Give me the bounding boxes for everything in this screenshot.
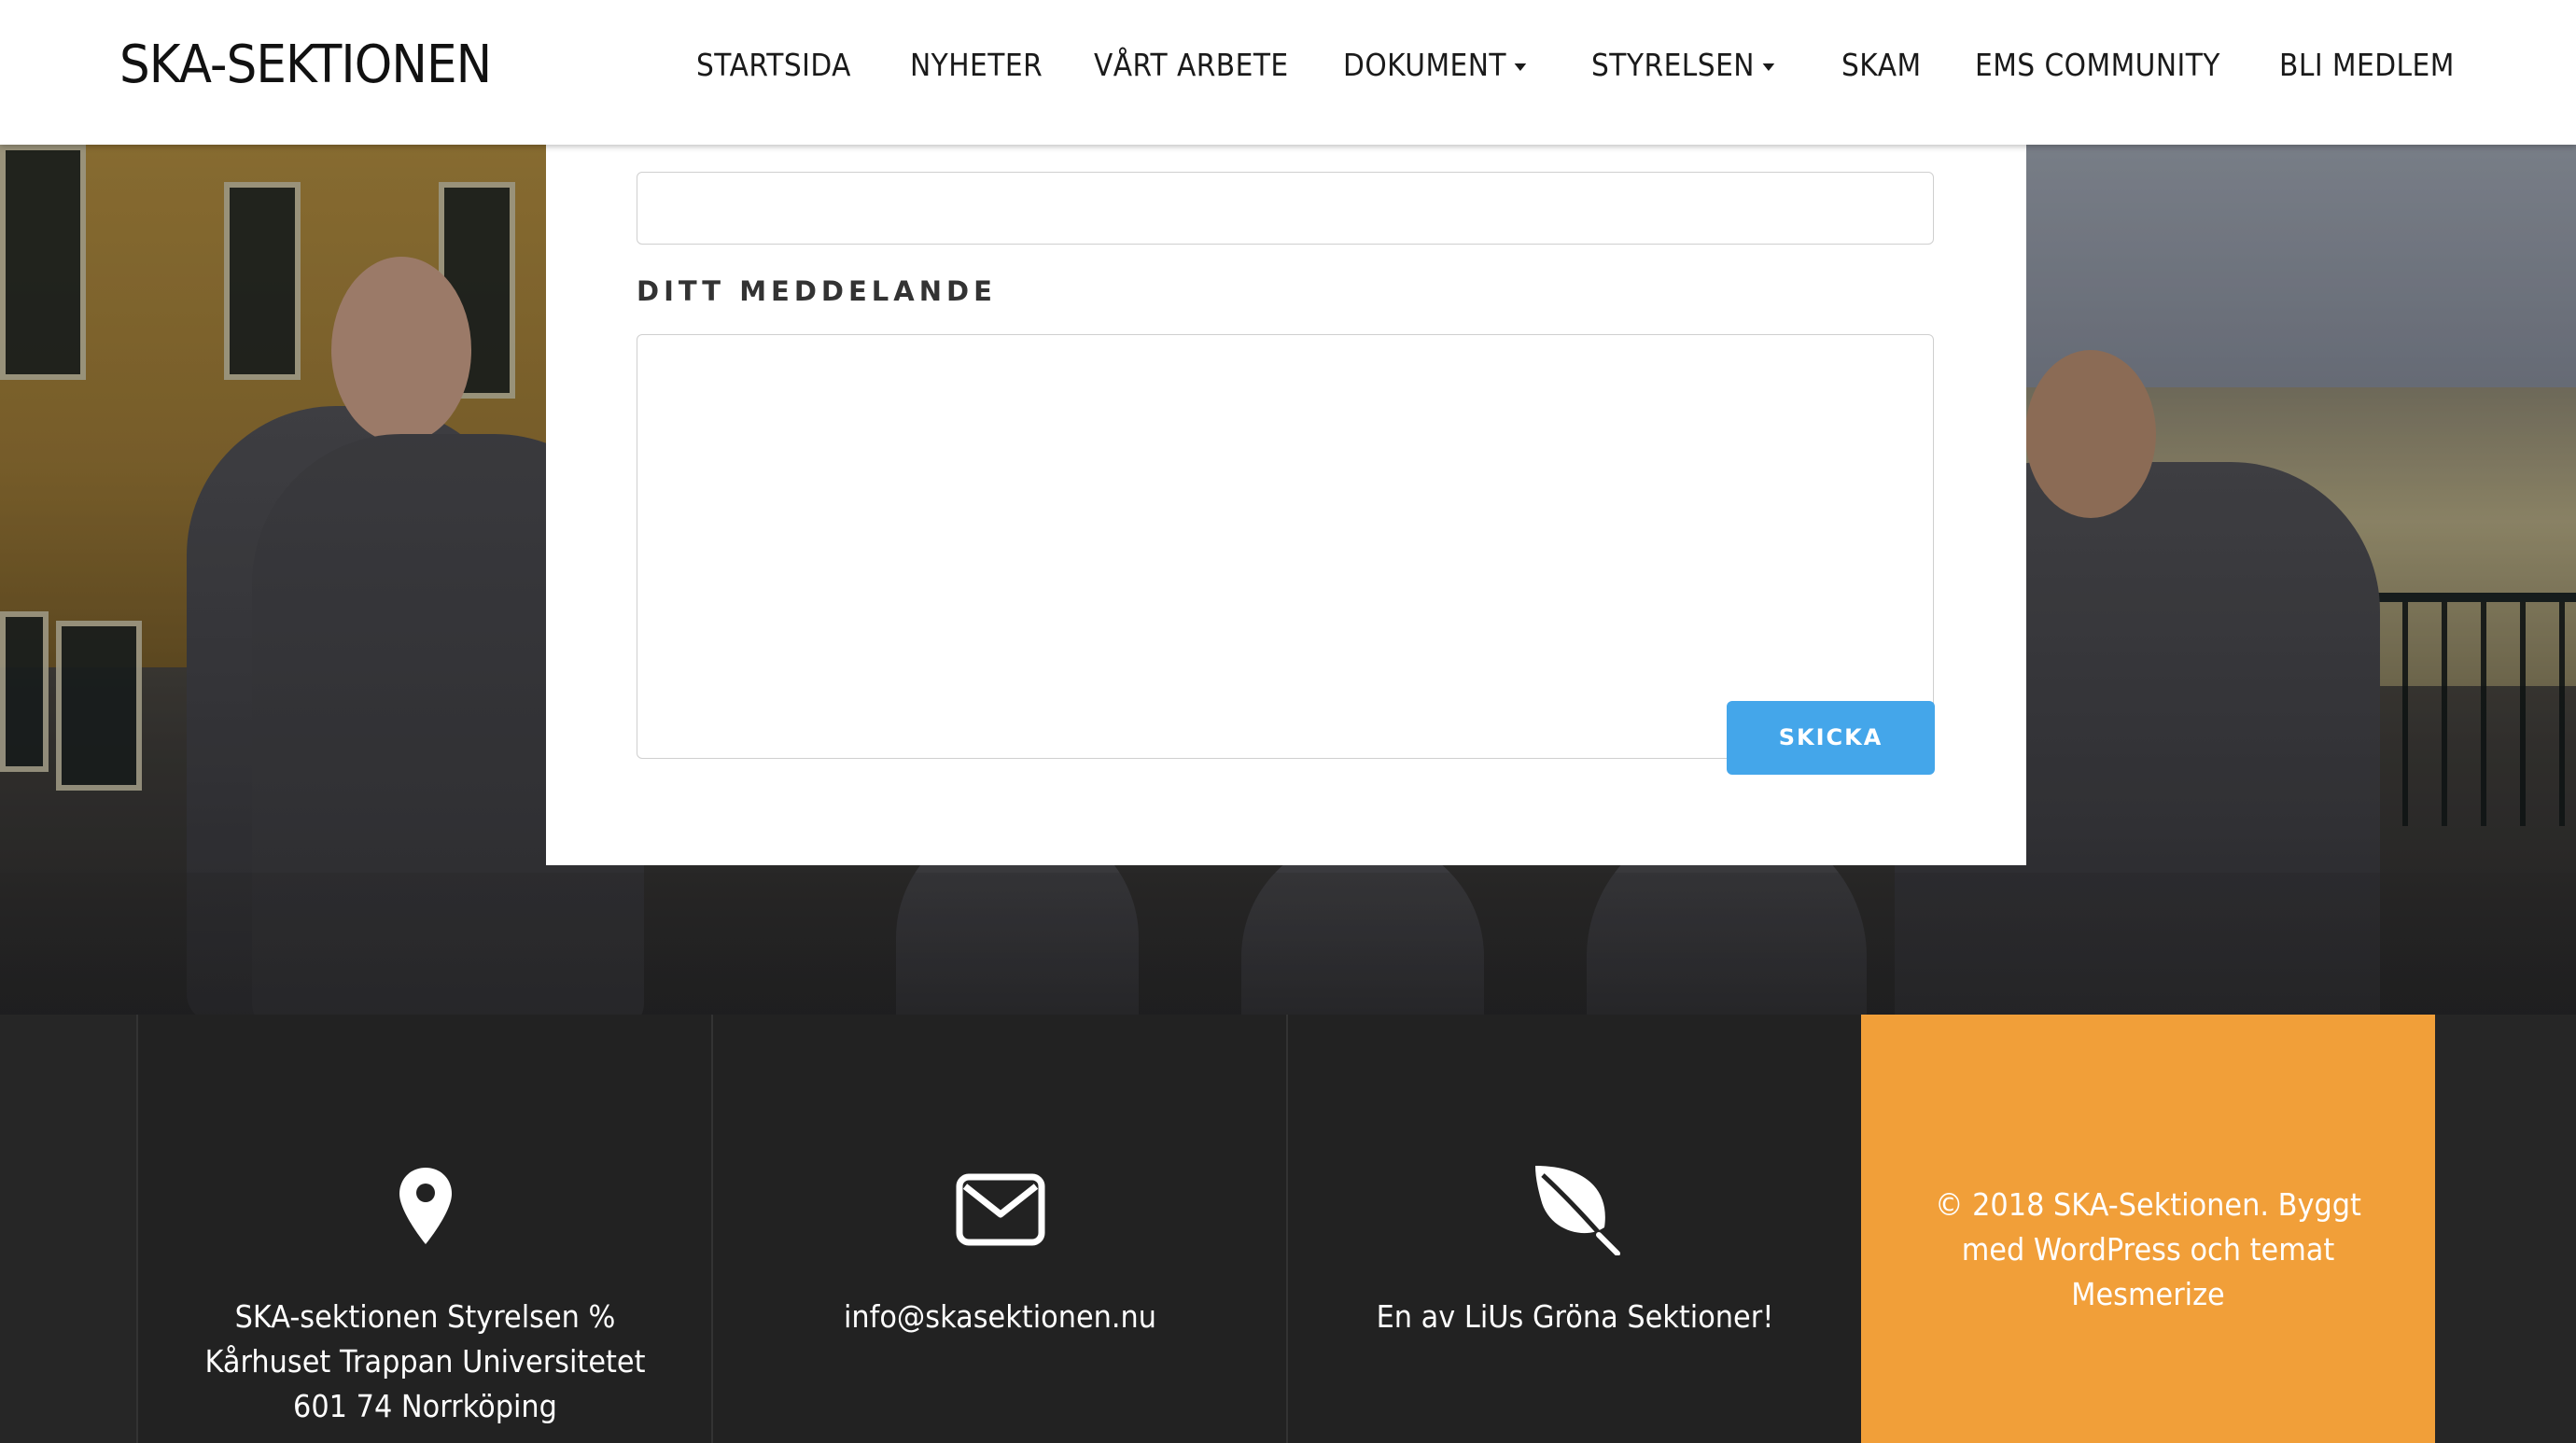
submit-button[interactable]: SKICKA <box>1727 701 1935 775</box>
footer-email-column: info@skasektionen.nu <box>711 1015 1287 1443</box>
footer-copyright-column: © 2018 SKA-Sektionen. Byggt med WordPres… <box>1861 1015 2435 1443</box>
site-footer: SKA-sektionen Styrelsen % Kårhuset Trapp… <box>0 1015 2576 1443</box>
nav-item-skam[interactable]: SKAM <box>1841 45 1922 86</box>
nav-item-vart-arbete[interactable]: VÅRT ARBETE <box>1094 45 1289 86</box>
nav-item-bli-medlem[interactable]: BLI MEDLEM <box>2279 45 2455 86</box>
footer-green-column: En av LiUs Gröna Sektioner! <box>1286 1015 1862 1443</box>
contact-form-card: DITT MEDDELANDE SKICKA <box>546 145 2026 865</box>
subject-input[interactable] <box>637 172 1934 245</box>
nav-item-styrelsen[interactable]: STYRELSEN <box>1591 45 1775 86</box>
leaf-icon <box>1530 1162 1621 1260</box>
footer-address-text: SKA-sektionen Styrelsen % Kårhuset Trapp… <box>204 1298 646 1424</box>
message-textarea[interactable] <box>637 334 1934 759</box>
dropdown-caret-icon <box>1515 63 1527 71</box>
nav-item-nyheter[interactable]: NYHETER <box>910 45 1043 86</box>
map-pin-icon <box>398 1166 454 1251</box>
nav-item-startsida[interactable]: STARTSIDA <box>696 45 851 86</box>
envelope-icon <box>956 1173 1045 1251</box>
message-label: DITT MEDDELANDE <box>637 275 997 307</box>
nav-item-dokument[interactable]: DOKUMENT <box>1343 45 1527 86</box>
footer-address-column: SKA-sektionen Styrelsen % Kårhuset Trapp… <box>136 1015 712 1443</box>
main-nav: STARTSIDA NYHETER VÅRT ARBETE DOKUMENT S… <box>0 0 2576 133</box>
nav-item-ems-community[interactable]: EMS COMMUNITY <box>1975 45 2220 86</box>
footer-email-link[interactable]: info@skasektionen.nu <box>753 1295 1247 1339</box>
footer-copyright-text: © 2018 SKA-Sektionen. Byggt med WordPres… <box>1935 1186 2361 1312</box>
dropdown-caret-icon <box>1762 63 1775 71</box>
footer-green-text: En av LiUs Gröna Sektioner! <box>1376 1298 1774 1335</box>
site-header: SKA-SEKTIONEN STARTSIDA NYHETER VÅRT ARB… <box>0 0 2576 145</box>
